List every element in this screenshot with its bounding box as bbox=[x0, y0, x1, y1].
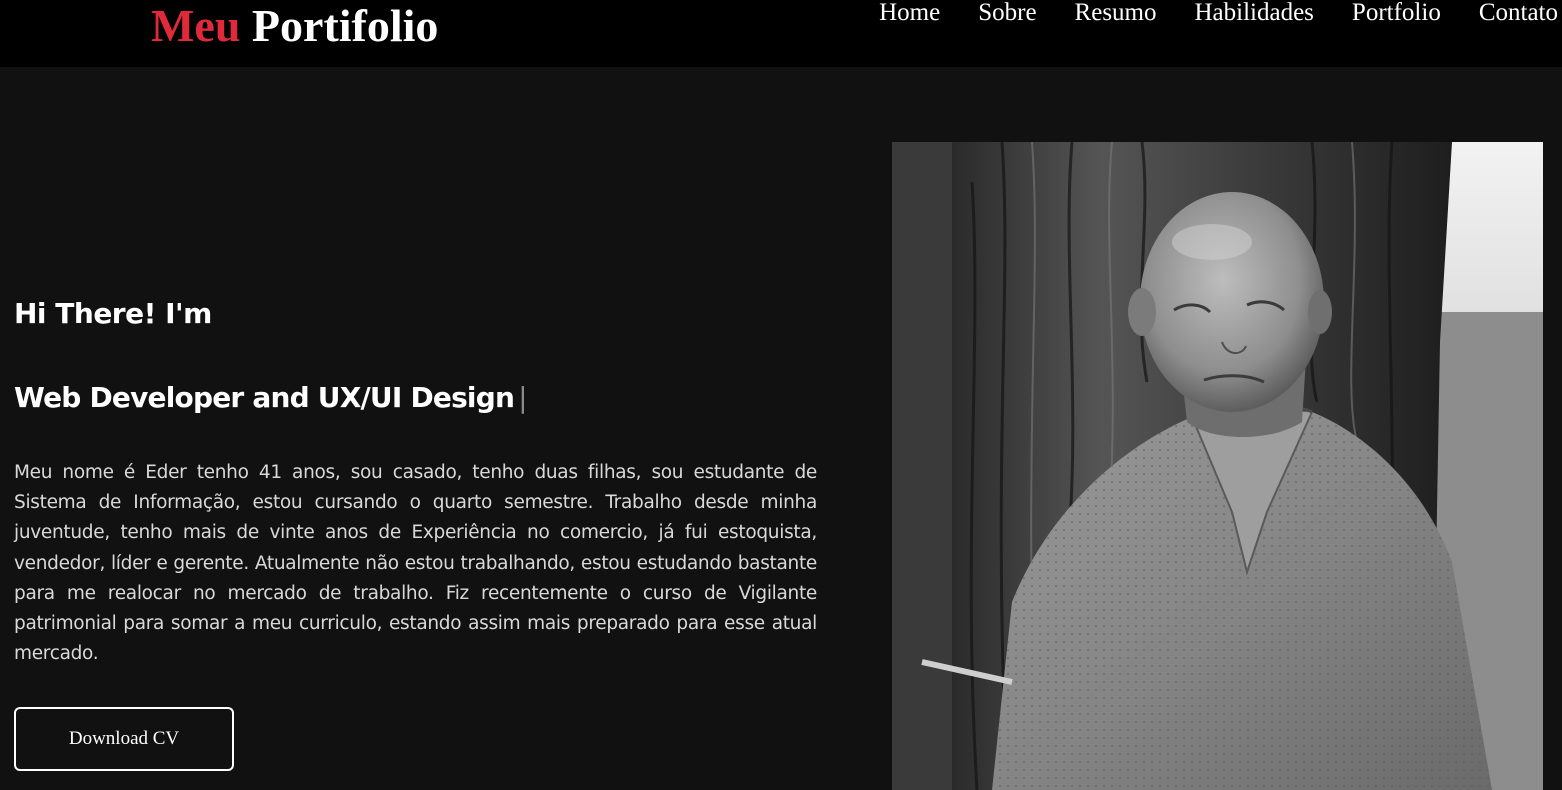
hero-role-text: Web Developer and UX/UI Design bbox=[14, 381, 515, 414]
download-cv-button[interactable]: Download CV bbox=[14, 707, 234, 771]
site-logo[interactable]: Meu Portifolio bbox=[151, 0, 438, 54]
nav-link-habilidades[interactable]: Habilidades bbox=[1195, 0, 1314, 28]
logo-accent-text: Meu bbox=[151, 0, 241, 51]
typing-cursor: | bbox=[518, 381, 527, 414]
main-nav: Home Sobre Resumo Habilidades Portfolio … bbox=[879, 0, 1558, 28]
hero-greeting: Hi There! I'm bbox=[14, 297, 212, 330]
profile-photo bbox=[892, 142, 1543, 790]
nav-link-portfolio[interactable]: Portfolio bbox=[1352, 0, 1441, 28]
nav-link-resumo[interactable]: Resumo bbox=[1075, 0, 1157, 28]
hero-bio: Meu nome é Eder tenho 41 anos, sou casad… bbox=[14, 462, 817, 665]
nav-link-contato[interactable]: Contato bbox=[1479, 0, 1558, 28]
nav-link-sobre[interactable]: Sobre bbox=[978, 0, 1036, 28]
nav-link-home[interactable]: Home bbox=[879, 0, 940, 28]
logo-main-text: Portifolio bbox=[251, 0, 439, 51]
site-header: Meu Portifolio Home Sobre Resumo Habilid… bbox=[0, 0, 1562, 67]
hero-role: Web Developer and UX/UI Design | bbox=[14, 380, 528, 416]
